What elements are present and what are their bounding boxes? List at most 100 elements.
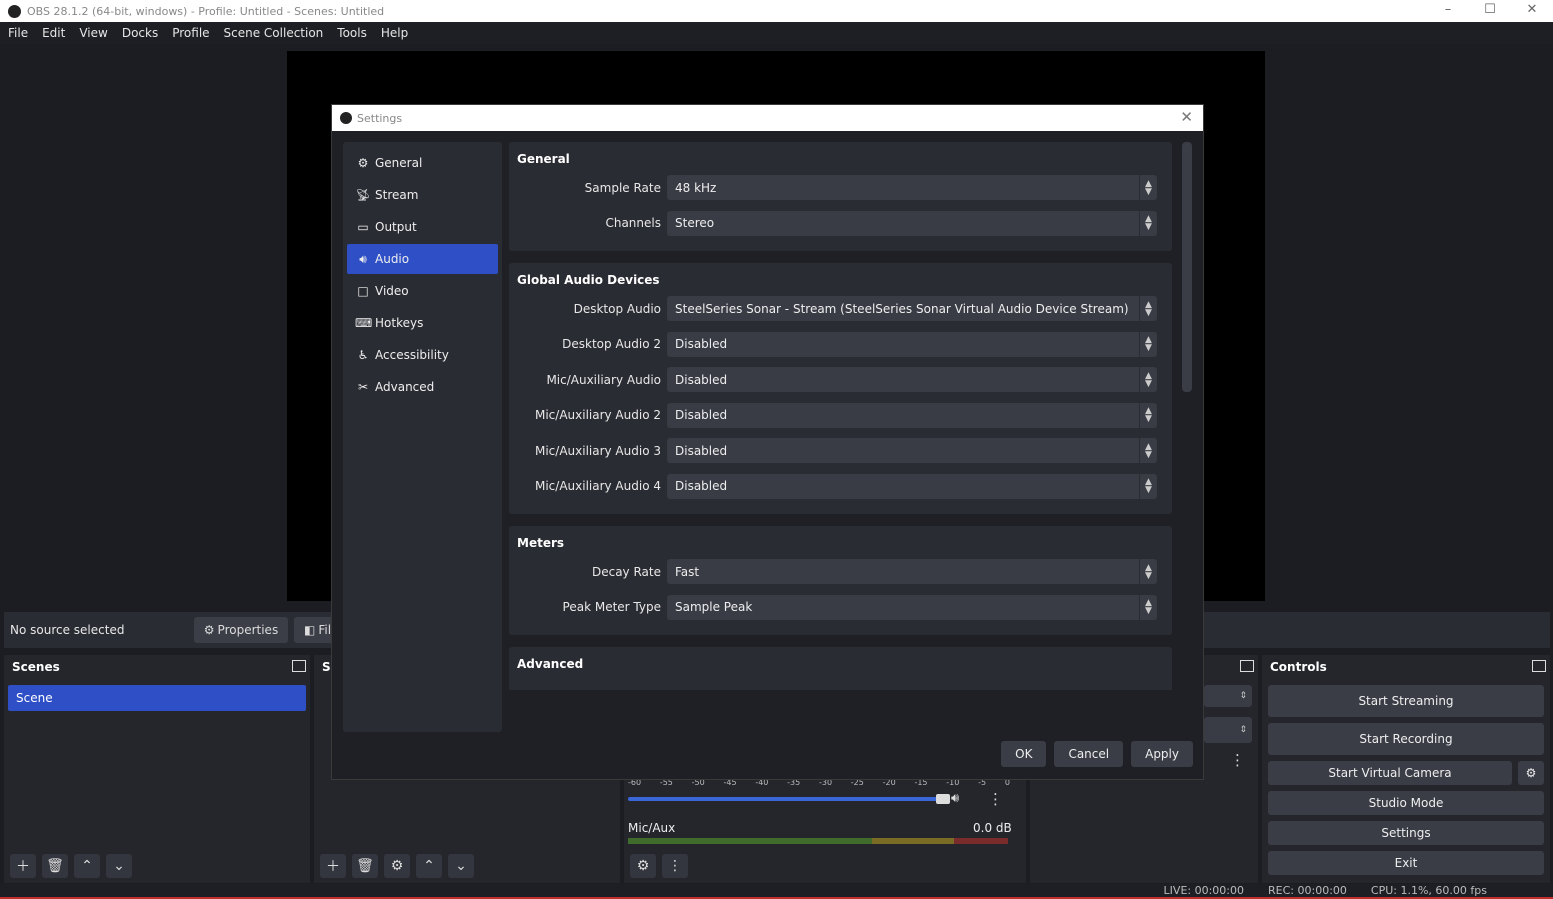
device-value: Disabled bbox=[675, 372, 728, 387]
virtual-camera-settings-button[interactable]: ⚙ bbox=[1518, 761, 1544, 785]
nav-accessibility[interactable]: ♿︎ Accessibility bbox=[347, 340, 498, 370]
exit-button[interactable]: Exit bbox=[1268, 851, 1544, 875]
device-label: Desktop Audio bbox=[573, 301, 661, 316]
start-recording-button[interactable]: Start Recording bbox=[1268, 723, 1544, 755]
cancel-button[interactable]: Cancel bbox=[1054, 741, 1124, 767]
start-streaming-button[interactable]: Start Streaming bbox=[1268, 685, 1544, 717]
channels-select[interactable]: Stereo ▲ ▼ bbox=[667, 210, 1157, 236]
gear-icon: ⚙ bbox=[357, 156, 369, 170]
mic-aux-audio-4-row: Mic/Auxiliary Audio 4 Disabled ▲ ▼ bbox=[517, 469, 1164, 505]
antenna-icon: 📡︎ bbox=[355, 188, 371, 202]
nav-stream[interactable]: 📡︎ Stream bbox=[347, 180, 498, 210]
dropdown-arrows-icon: ▲ ▼ bbox=[1139, 331, 1157, 357]
menu-tools[interactable]: Tools bbox=[337, 26, 367, 40]
apply-button[interactable]: Apply bbox=[1131, 741, 1193, 767]
add-scene-button[interactable]: ＋ bbox=[10, 854, 36, 878]
menu-bar: File Edit View Docks Profile Scene Colle… bbox=[0, 22, 1553, 44]
channels-label: Channels bbox=[605, 216, 661, 231]
nav-audio[interactable]: 🔊︎ Audio bbox=[347, 244, 498, 274]
menu-file[interactable]: File bbox=[8, 26, 28, 40]
nav-output[interactable]: ▭ Output bbox=[347, 212, 498, 242]
mixer-toolbar: ⚙ ⋮ bbox=[624, 849, 1026, 883]
desktop-audio-select[interactable]: SteelSeries Sonar - Stream (SteelSeries … bbox=[667, 296, 1157, 322]
mic-aux-audio-4-select[interactable]: Disabled ▲ ▼ bbox=[667, 473, 1157, 499]
settings-content[interactable]: General Sample Rate 48 kHz ▲ ▼ Channels S… bbox=[509, 142, 1175, 690]
rec-time: REC: 00:00:00 bbox=[1268, 884, 1347, 897]
peak-meter-value: Sample Peak bbox=[675, 600, 753, 615]
nav-general-label: General bbox=[375, 156, 423, 170]
filters-button[interactable]: ◧ Filt bbox=[294, 617, 334, 643]
close-icon[interactable]: ✕ bbox=[1180, 108, 1193, 126]
speaker-icon[interactable]: 🔊︎ bbox=[951, 791, 959, 806]
maximize-button[interactable]: ☐ bbox=[1469, 0, 1511, 22]
scene-list-item[interactable]: Scene bbox=[8, 685, 306, 711]
virtual-camera-row: Start Virtual Camera ⚙ bbox=[1268, 761, 1544, 785]
nav-general[interactable]: ⚙ General bbox=[347, 148, 498, 178]
decay-rate-select[interactable]: Fast ▲ ▼ bbox=[667, 559, 1157, 585]
duration-spinner[interactable]: ⇕ bbox=[1204, 717, 1252, 743]
device-value: Disabled bbox=[675, 443, 728, 458]
studio-mode-button[interactable]: Studio Mode bbox=[1268, 791, 1544, 815]
mic-aux-audio-3-select[interactable]: Disabled ▲ ▼ bbox=[667, 438, 1157, 464]
transition-spinner[interactable]: ⇕ bbox=[1204, 685, 1252, 707]
ok-button[interactable]: OK bbox=[1001, 741, 1047, 767]
nav-hotkeys-label: Hotkeys bbox=[375, 316, 424, 330]
settings-scrollbar[interactable] bbox=[1182, 142, 1192, 392]
nav-advanced-label: Advanced bbox=[375, 380, 435, 394]
nav-video[interactable]: □ Video bbox=[347, 276, 498, 306]
add-source-button[interactable]: ＋ bbox=[320, 854, 346, 878]
desktop-audio-menu-icon[interactable]: ⋮ bbox=[988, 790, 1003, 808]
desktop-audio-2-select[interactable]: Disabled ▲ ▼ bbox=[667, 331, 1157, 357]
menu-scene-collection[interactable]: Scene Collection bbox=[224, 26, 324, 40]
window-title: OBS 28.1.2 (64-bit, windows) - Profile: … bbox=[27, 4, 385, 18]
undock-icon[interactable] bbox=[292, 660, 306, 672]
menu-profile[interactable]: Profile bbox=[172, 26, 209, 40]
decay-rate-value: Fast bbox=[675, 564, 700, 579]
menu-docks[interactable]: Docks bbox=[122, 26, 158, 40]
move-scene-down-button[interactable]: ⌄ bbox=[106, 854, 132, 878]
remove-source-button[interactable]: 🗑 bbox=[352, 854, 378, 878]
start-virtual-camera-button[interactable]: Start Virtual Camera bbox=[1268, 761, 1512, 785]
controls-dock: Controls Start Streaming Start Recording… bbox=[1262, 655, 1550, 883]
nav-advanced[interactable]: ✂ Advanced bbox=[347, 372, 498, 402]
mic-aux-audio-3-row: Mic/Auxiliary Audio 3 Disabled ▲ ▼ bbox=[517, 433, 1164, 469]
nav-hotkeys[interactable]: ⌨ Hotkeys bbox=[347, 308, 498, 338]
move-source-down-button[interactable]: ⌄ bbox=[448, 854, 474, 878]
advanced-audio-properties-button[interactable]: ⚙ bbox=[630, 854, 656, 878]
move-scene-up-button[interactable]: ⌃ bbox=[74, 854, 100, 878]
mic-aux-audio-2-select[interactable]: Disabled ▲ ▼ bbox=[667, 402, 1157, 428]
menu-edit[interactable]: Edit bbox=[42, 26, 65, 40]
dropdown-arrows-icon: ▲ ▼ bbox=[1139, 594, 1157, 620]
undock-icon[interactable] bbox=[1532, 660, 1546, 672]
properties-button[interactable]: ⚙ Properties bbox=[194, 617, 288, 643]
remove-scene-button[interactable]: 🗑 bbox=[42, 854, 68, 878]
no-source-label: No source selected bbox=[10, 623, 125, 637]
audio-devices-group: Global Audio Devices Desktop Audio Steel… bbox=[509, 263, 1172, 514]
transition-menu-icon[interactable]: ⋮ bbox=[1230, 751, 1245, 769]
undock-icon[interactable] bbox=[1240, 660, 1254, 672]
minimize-button[interactable]: – bbox=[1427, 0, 1469, 22]
device-label: Desktop Audio 2 bbox=[562, 337, 661, 352]
scenes-title: Scenes bbox=[12, 660, 60, 674]
settings-button[interactable]: Settings bbox=[1268, 821, 1544, 845]
close-window-button[interactable]: ✕ bbox=[1511, 0, 1553, 22]
channels-row: Channels Stereo ▲ ▼ bbox=[517, 206, 1164, 242]
move-source-up-button[interactable]: ⌃ bbox=[416, 854, 442, 878]
window-titlebar: OBS 28.1.2 (64-bit, windows) - Profile: … bbox=[0, 0, 1553, 22]
advanced-title: Advanced bbox=[517, 657, 584, 671]
gear-icon: ⚙ bbox=[203, 623, 215, 637]
desktop-audio-volume-slider[interactable] bbox=[628, 794, 950, 804]
sources-title: S bbox=[322, 660, 331, 674]
nav-accessibility-label: Accessibility bbox=[375, 348, 449, 362]
device-label: Mic/Auxiliary Audio 3 bbox=[534, 443, 661, 458]
source-properties-button[interactable]: ⚙ bbox=[384, 854, 410, 878]
sample-rate-select[interactable]: 48 kHz ▲ ▼ bbox=[667, 175, 1157, 201]
peak-meter-select[interactable]: Sample Peak ▲ ▼ bbox=[667, 594, 1157, 620]
mixer-menu-button[interactable]: ⋮ bbox=[662, 854, 688, 878]
menu-view[interactable]: View bbox=[79, 26, 107, 40]
controls-title: Controls bbox=[1270, 660, 1327, 674]
mic-aux-audio-select[interactable]: Disabled ▲ ▼ bbox=[667, 367, 1157, 393]
menu-help[interactable]: Help bbox=[381, 26, 408, 40]
desktop-audio-row: Desktop Audio SteelSeries Sonar - Stream… bbox=[517, 291, 1164, 327]
volume-slider-handle[interactable] bbox=[936, 794, 950, 804]
